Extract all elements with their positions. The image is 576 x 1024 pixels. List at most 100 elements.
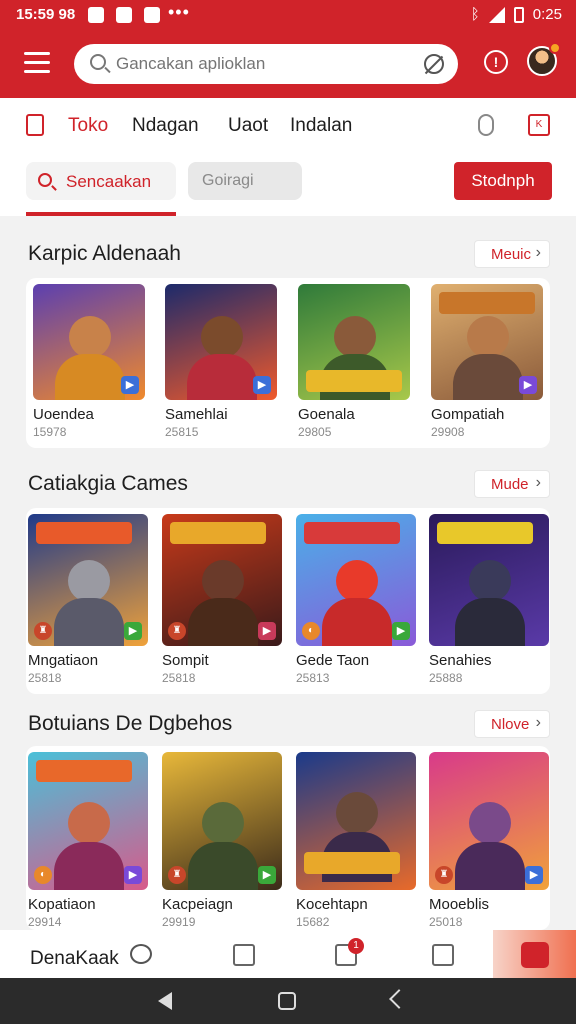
section-title: Catiakgia Cames <box>28 472 188 495</box>
play-icon: ▶ <box>124 622 142 640</box>
game-card[interactable]: ◐ ▶ Gede Taon 25813 <box>296 514 418 685</box>
more-button[interactable]: Mude › <box>474 470 550 498</box>
chevron-right-icon: › <box>535 244 541 261</box>
play-icon: ▶ <box>258 622 276 640</box>
game-count: 25815 <box>165 425 199 439</box>
game-count: 15978 <box>33 425 67 439</box>
home-icon[interactable] <box>278 992 296 1010</box>
category-chip[interactable]: Goiragi <box>188 162 302 200</box>
game-card[interactable]: ♜ ▶ Mooeblis 25018 <box>429 752 551 929</box>
game-name: Gede Taon <box>296 652 370 669</box>
game-badge-icon: ♜ <box>168 866 186 884</box>
recents-icon[interactable] <box>389 989 409 1009</box>
section-title: Botuians De Dgbehos <box>28 712 233 735</box>
edit-icon[interactable] <box>233 944 255 966</box>
bottom-nav-label[interactable]: DenaKaak <box>30 948 119 970</box>
more-button[interactable]: Meuic › <box>474 240 550 268</box>
game-thumbnail: ♜ ▶ <box>28 514 148 646</box>
game-count: 25018 <box>429 915 463 929</box>
calendar-icon[interactable]: K <box>528 114 550 136</box>
game-thumbnail: ♜ ▶ <box>429 752 549 890</box>
game-count: 29919 <box>162 915 196 929</box>
game-name: Goenala <box>298 406 355 423</box>
section-title: Karpic Aldenaah <box>28 242 181 265</box>
game-thumbnail: ◐ ▶ <box>296 514 416 646</box>
store-button[interactable]: Stodnph <box>454 162 552 200</box>
more-icon: ••• <box>168 2 190 22</box>
game-thumbnail: ▶ <box>33 284 145 400</box>
tab-toko[interactable]: Toko <box>68 115 108 137</box>
game-name: Kocehtapn <box>296 896 368 913</box>
shop-icon <box>26 114 44 136</box>
game-card[interactable]: Goenala 29805 <box>298 284 420 439</box>
play-icon: ▶ <box>124 866 142 884</box>
game-name: Kacpeiagn <box>162 896 233 913</box>
game-card[interactable]: ♜ ▶ Kacpeiagn 29919 <box>162 752 284 929</box>
game-thumbnail: ◐ ▶ <box>28 752 148 890</box>
game-thumbnail: ▶ <box>431 284 543 400</box>
avatar-badge <box>549 42 561 54</box>
game-card[interactable]: ▶ Uoendea 15978 <box>33 284 155 439</box>
search-icon <box>90 54 106 70</box>
game-count: 25818 <box>28 671 62 685</box>
game-name: Gompatiah <box>431 406 505 423</box>
game-count: 29908 <box>431 425 465 439</box>
menu-icon[interactable] <box>24 52 50 74</box>
more-button[interactable]: Nlove › <box>474 710 550 738</box>
play-icon: ▶ <box>525 866 543 884</box>
tab-ndagan[interactable]: Ndagan <box>132 115 199 137</box>
app-header: 15:59 98 ••• ᛒ 0:25 ! <box>0 0 576 98</box>
game-badge-icon: ♜ <box>34 622 52 640</box>
game-name: Senahies <box>429 652 492 669</box>
battery-icon <box>513 6 524 23</box>
game-thumbnail <box>429 514 549 646</box>
play-icon: ▶ <box>519 376 537 394</box>
back-icon[interactable] <box>158 992 172 1010</box>
game-card[interactable]: ◐ ▶ Kopatiaon 29914 <box>28 752 150 929</box>
game-count: 25813 <box>296 671 330 685</box>
search-input[interactable] <box>116 52 406 76</box>
notification-icon <box>88 7 104 23</box>
chat-icon[interactable] <box>130 944 152 964</box>
more-label: Meuic <box>491 246 532 263</box>
search-chip-label: Sencaakan <box>66 172 152 191</box>
game-name: Kopatiaon <box>28 896 96 913</box>
game-badge-icon: ◐ <box>34 866 52 884</box>
game-name: Samehlai <box>165 406 228 423</box>
game-name: Mooeblis <box>429 896 490 913</box>
game-count: 29805 <box>298 425 332 439</box>
game-card[interactable]: Senahies 25888 <box>429 514 551 685</box>
tab-strip: Toko Ndagan Uaot Indalan K <box>0 98 576 158</box>
search-bar[interactable] <box>74 44 458 84</box>
game-card[interactable]: ♜ ▶ Mngatiaon 25818 <box>28 514 150 685</box>
game-badge-icon: ♜ <box>168 622 186 640</box>
system-nav <box>0 978 576 1024</box>
voice-off-icon[interactable] <box>424 54 444 74</box>
battery-level: 0:25 <box>532 6 562 23</box>
alert-icon[interactable]: ! <box>484 50 508 74</box>
search-chip[interactable]: Sencaakan <box>26 162 176 200</box>
puzzle-icon[interactable] <box>432 944 454 966</box>
game-count: 25818 <box>162 671 196 685</box>
tab-uaot[interactable]: Uaot <box>228 115 268 137</box>
status-time: 15:59 98 <box>16 6 76 23</box>
game-card[interactable]: Kocehtapn 15682 <box>296 752 418 929</box>
game-thumbnail <box>298 284 410 400</box>
category-chip-label: Goiragi <box>202 172 254 189</box>
active-indicator <box>26 212 176 216</box>
more-label: Nlove <box>491 716 530 733</box>
game-card[interactable]: ♜ ▶ Sompit 25818 <box>162 514 284 685</box>
tab-indalan[interactable]: Indalan <box>290 115 352 137</box>
signal-icon <box>488 6 505 23</box>
image-icon <box>116 7 132 23</box>
game-count: 29914 <box>28 915 62 929</box>
game-card[interactable]: ▶ Samehlai 25815 <box>165 284 287 439</box>
play-icon: ▶ <box>392 622 410 640</box>
chat-icon <box>144 7 160 23</box>
filter-icon[interactable] <box>478 114 494 136</box>
game-thumbnail: ▶ <box>165 284 277 400</box>
play-icon: ▶ <box>121 376 139 394</box>
game-count: 15682 <box>296 915 330 929</box>
game-card[interactable]: ▶ Gompatiah 29908 <box>431 284 553 439</box>
grid-button[interactable] <box>493 930 576 978</box>
